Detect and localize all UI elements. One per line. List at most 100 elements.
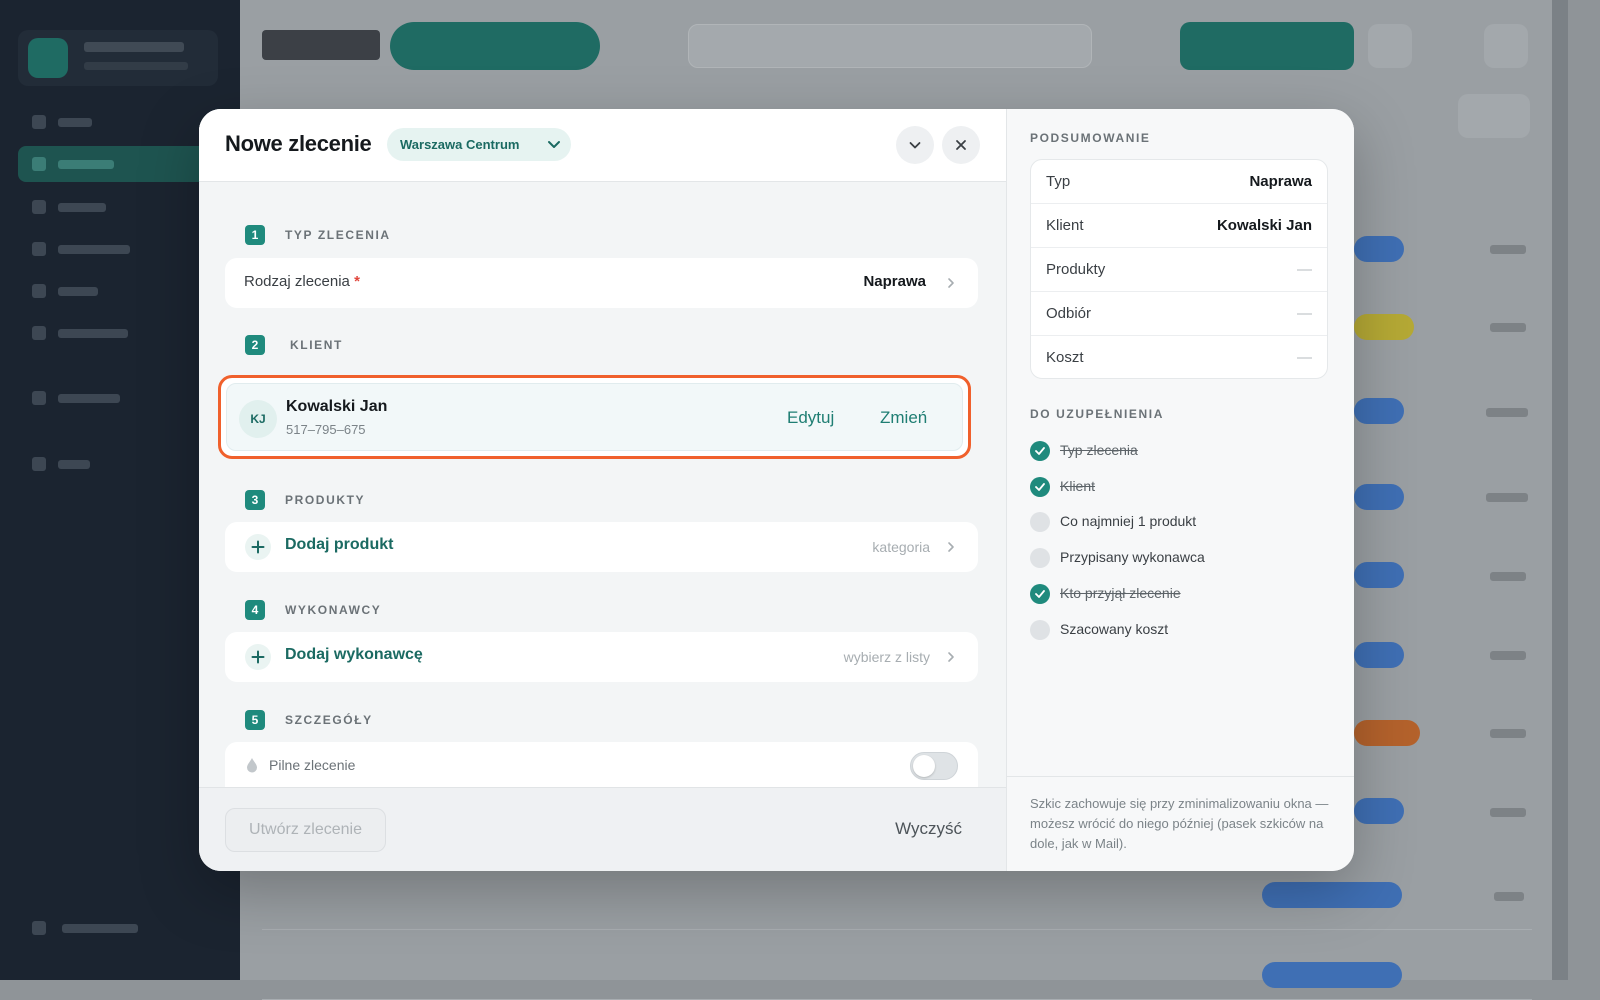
order-type-label: Rodzaj zlecenia * — [244, 273, 360, 290]
todo-title: DO UZUPEŁNIENIA — [1030, 407, 1165, 421]
add-executor-label: Dodaj wykonawcę — [285, 646, 423, 663]
bg-status-badge — [1354, 484, 1404, 510]
draft-note: Szkic zachowuje się przy zminimalizowani… — [1030, 796, 1329, 851]
bg-amount — [1490, 245, 1526, 254]
bg-status-badge — [1354, 314, 1414, 340]
chevron-down-icon — [909, 142, 921, 149]
summary-row: Produkty — — [1031, 248, 1327, 292]
client-card: KJ Kowalski Jan 517–795–675 Edytuj Zmień — [226, 383, 963, 451]
bg-page-size — [1458, 94, 1530, 138]
drop-icon — [247, 758, 257, 773]
urgent-order-label: Pilne zlecenie — [269, 757, 356, 773]
check-icon — [1030, 477, 1050, 497]
bg-nav-item — [18, 231, 218, 267]
client-card-highlight: KJ Kowalski Jan 517–795–675 Edytuj Zmień — [218, 375, 971, 459]
modal-title: Nowe zlecenie — [225, 131, 372, 156]
pending-dot-icon — [1030, 548, 1050, 568]
bg-page-title — [262, 30, 380, 60]
summary-card: Typ Naprawa Klient Kowalski Jan Produkty… — [1030, 159, 1328, 379]
branch-label: Warszawa Centrum — [400, 137, 520, 152]
bg-amount — [1490, 651, 1526, 660]
modal-footer: Utwórz zlecenie Wyczyść — [199, 787, 1006, 871]
pending-dot-icon — [1030, 512, 1050, 532]
add-executor-button[interactable]: Dodaj wykonawcę wybierz z listy — [225, 632, 978, 682]
modal-header: Nowe zlecenie Warszawa Centrum — [199, 109, 1006, 182]
pending-dot-icon — [1030, 620, 1050, 640]
chevron-right-icon — [948, 278, 954, 288]
todo-item: Typ zlecenia — [1030, 440, 1330, 462]
step-number: 4 — [245, 600, 265, 620]
check-icon — [1030, 441, 1050, 461]
minimize-button[interactable] — [896, 126, 934, 164]
step-number: 1 — [245, 225, 265, 245]
bg-status-badge — [1354, 798, 1404, 824]
todo-item: Szacowany koszt — [1030, 619, 1330, 641]
create-order-button[interactable]: Utwórz zlecenie — [225, 808, 386, 852]
bg-status-badge — [1354, 642, 1404, 668]
avatar: KJ — [239, 400, 277, 438]
bg-icon-button — [1484, 24, 1528, 68]
bg-amount — [1490, 572, 1526, 581]
bg-amount — [1494, 892, 1524, 901]
summary-row: Odbiór — — [1031, 292, 1327, 336]
client-name: Kowalski Jan — [286, 398, 388, 415]
summary-panel: PODSUMOWANIE Typ Naprawa Klient Kowalski… — [1006, 109, 1354, 871]
bg-new-order-button — [1180, 22, 1354, 70]
todo-item: Klient — [1030, 476, 1330, 498]
bg-status-badge — [1354, 720, 1420, 746]
todo-item: Przypisany wykonawca — [1030, 547, 1330, 569]
client-phone: 517–795–675 — [286, 422, 366, 437]
bg-nav-item — [18, 446, 218, 482]
bg-scrollbar — [1552, 0, 1568, 980]
bg-status-badge — [1262, 962, 1402, 988]
summary-title: PODSUMOWANIE — [1030, 131, 1151, 145]
edit-client-link[interactable]: Edytuj — [787, 408, 834, 428]
todo-item: Kto przyjął zlecenie — [1030, 583, 1330, 605]
add-product-button[interactable]: Dodaj produkt kategoria — [225, 522, 978, 572]
bg-status-badge — [1262, 882, 1402, 908]
bg-status-badge — [1354, 236, 1404, 262]
bg-nav-item-active — [18, 146, 218, 182]
step-label: TYP ZLECENIA — [285, 228, 391, 242]
bg-amount — [1490, 808, 1526, 817]
clear-button[interactable]: Wyczyść — [895, 819, 962, 839]
urgent-order-row: Pilne zlecenie — [225, 742, 978, 788]
chevron-right-icon — [948, 542, 954, 552]
urgent-order-toggle[interactable] — [910, 752, 958, 780]
step-label: PRODUKTY — [285, 493, 366, 507]
draft-note-section: Szkic zachowuje się przy zminimalizowani… — [1007, 776, 1354, 871]
add-product-label: Dodaj produkt — [285, 536, 394, 553]
bg-nav-item — [18, 910, 218, 946]
close-button[interactable] — [942, 126, 980, 164]
chevron-right-icon — [948, 652, 954, 662]
todo-item: Co najmniej 1 produkt — [1030, 511, 1330, 533]
summary-row: Koszt — — [1046, 349, 1312, 366]
new-order-modal: Nowe zlecenie Warszawa Centrum 1 TYP ZLE… — [199, 109, 1354, 871]
bg-nav-item — [18, 380, 218, 416]
check-icon — [1030, 584, 1050, 604]
order-type-field[interactable]: Rodzaj zlecenia * Naprawa — [225, 258, 978, 308]
bg-amount — [1490, 729, 1526, 738]
branch-selector[interactable]: Warszawa Centrum — [387, 128, 571, 161]
bg-status-badge — [1354, 562, 1404, 588]
bg-amount — [1486, 408, 1528, 417]
bg-amount — [1490, 323, 1526, 332]
executor-hint: wybierz z listy — [843, 649, 930, 665]
step-label: KLIENT — [290, 338, 343, 352]
step-label: WYKONAWCY — [285, 603, 382, 617]
summary-row: Klient Kowalski Jan — [1031, 204, 1327, 248]
summary-row: Typ Naprawa — [1031, 160, 1327, 204]
order-form: Nowe zlecenie Warszawa Centrum 1 TYP ZLE… — [199, 109, 1006, 871]
step-number: 3 — [245, 490, 265, 510]
chevron-down-icon — [545, 135, 563, 153]
bg-nav-item — [18, 315, 218, 351]
bg-nav-item — [18, 189, 218, 225]
step-number: 2 — [245, 335, 265, 355]
plus-icon — [245, 644, 271, 670]
bg-status-badge — [1354, 398, 1404, 424]
plus-icon — [245, 534, 271, 560]
bg-nav-item — [18, 273, 218, 309]
bg-branch-pill — [390, 22, 600, 70]
change-client-link[interactable]: Zmień — [880, 408, 927, 428]
bg-user-card — [18, 30, 218, 86]
